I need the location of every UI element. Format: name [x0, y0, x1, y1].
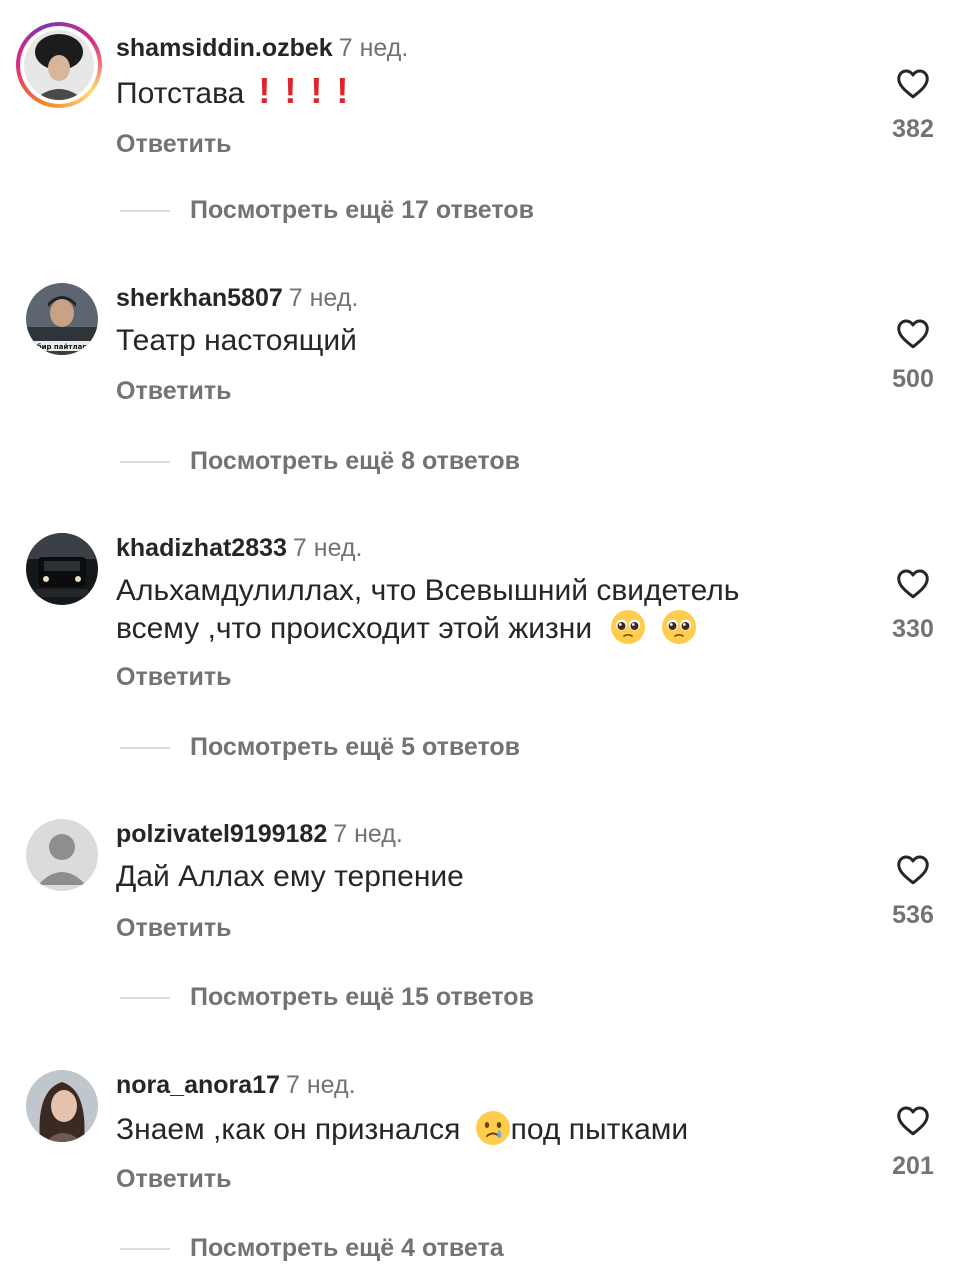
- like-count: 382: [892, 115, 934, 143]
- heart-icon[interactable]: [894, 66, 932, 102]
- divider: [120, 747, 170, 750]
- reply-button[interactable]: Ответить: [116, 1164, 232, 1194]
- comment-text: Знаем ,как он признался под пытками: [116, 1110, 836, 1148]
- crying-face-icon: [475, 1111, 510, 1145]
- divider: [120, 461, 170, 464]
- view-replies-button[interactable]: Посмотреть ещё 15 ответов: [120, 982, 534, 1012]
- default-avatar-icon: [26, 819, 98, 891]
- like-block: 536: [870, 852, 956, 930]
- reply-button[interactable]: Ответить: [116, 662, 232, 692]
- divider: [120, 1248, 170, 1251]
- avatar-image: [26, 533, 98, 605]
- red-exclamation-icon: !: [336, 70, 349, 111]
- timestamp: 7 нед.: [285, 1071, 356, 1099]
- username[interactable]: nora_anora17: [116, 1071, 280, 1099]
- view-replies-button[interactable]: Посмотреть ещё 17 ответов: [120, 195, 534, 225]
- avatar-image: [24, 30, 94, 100]
- reply-button[interactable]: Ответить: [116, 129, 232, 159]
- username[interactable]: khadizhat2833: [116, 534, 287, 562]
- avatar[interactable]: [26, 533, 98, 605]
- comment-text: Дай Аллах ему терпение: [116, 860, 464, 893]
- pleading-face-icon: [661, 610, 696, 644]
- username[interactable]: shamsiddin.ozbek: [116, 34, 333, 62]
- like-block: 201: [870, 1103, 956, 1181]
- avatar[interactable]: бир пайтлар: [26, 283, 98, 355]
- timestamp: 7 нед.: [333, 820, 403, 848]
- like-count: 500: [892, 365, 934, 393]
- avatar[interactable]: [26, 1070, 98, 1142]
- comment-text: Потстава!!!!: [116, 70, 349, 111]
- heart-icon[interactable]: [894, 1103, 932, 1139]
- view-replies-button[interactable]: Посмотреть ещё 8 ответов: [120, 446, 520, 476]
- avatar[interactable]: [26, 819, 98, 891]
- heart-icon[interactable]: [894, 852, 932, 888]
- view-replies-button[interactable]: Посмотреть ещё 5 ответов: [120, 732, 520, 762]
- view-replies-button[interactable]: Посмотреть ещё 4 ответа: [120, 1233, 504, 1263]
- red-exclamation-icon: !: [310, 70, 323, 111]
- reply-button[interactable]: Ответить: [116, 376, 232, 406]
- avatar-caption: бир пайтлар: [37, 343, 88, 351]
- avatar-image: [26, 1070, 98, 1142]
- like-count: 330: [892, 615, 934, 643]
- comment-text: Альхамдулиллах, что Всевышний свидетель …: [116, 574, 740, 645]
- pleading-face-icon: [611, 610, 646, 644]
- like-block: 500: [870, 316, 956, 394]
- divider: [120, 997, 170, 1000]
- like-block: 382: [870, 66, 956, 144]
- divider: [120, 210, 170, 213]
- avatar[interactable]: [16, 22, 102, 108]
- red-exclamation-icon: !: [284, 70, 297, 111]
- like-block: 330: [870, 566, 956, 644]
- heart-icon[interactable]: [894, 316, 932, 352]
- red-exclamation-icon: !: [258, 70, 271, 111]
- comment-text: Театр настоящий: [116, 324, 357, 357]
- username[interactable]: polzivatel9199182: [116, 820, 327, 848]
- timestamp: 7 нед.: [288, 284, 359, 312]
- timestamp: 7 нед.: [292, 534, 363, 562]
- timestamp: 7 нед.: [338, 34, 409, 62]
- heart-icon[interactable]: [894, 566, 932, 602]
- username[interactable]: sherkhan5807: [116, 284, 283, 312]
- reply-button[interactable]: Ответить: [116, 913, 232, 943]
- avatar-image: бир пайтлар: [26, 283, 98, 355]
- like-count: 536: [892, 901, 934, 929]
- like-count: 201: [892, 1152, 934, 1180]
